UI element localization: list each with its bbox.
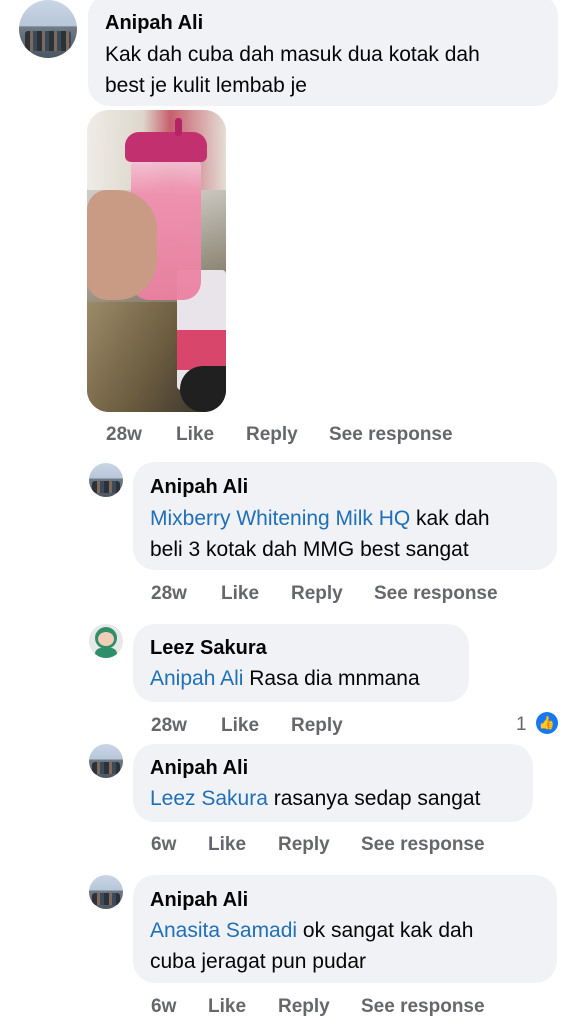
avatar-body bbox=[95, 648, 117, 658]
comment-text-line: Anasita Samadi ok sangat kak dah bbox=[150, 915, 550, 946]
photo-detail bbox=[175, 118, 182, 136]
comment-text-rest: Rasa dia mnmana bbox=[243, 667, 420, 690]
comment-text: Leez Sakura rasanya sedap sangat bbox=[150, 783, 530, 814]
comment-actions: 28w Like Reply See response bbox=[151, 583, 498, 605]
reply-button[interactable]: Reply bbox=[246, 424, 329, 446]
avatar-photo bbox=[92, 762, 120, 774]
comment-text: Anipah Ali Rasa dia mnmana bbox=[150, 663, 470, 694]
see-response-button[interactable]: See response bbox=[361, 996, 485, 1018]
comment-author[interactable]: Leez Sakura bbox=[150, 637, 267, 660]
timestamp[interactable]: 28w bbox=[151, 715, 221, 737]
comment-actions: 28w Like Reply bbox=[151, 715, 343, 737]
comment-text-line: beli 3 kotak dah MMG best sangat bbox=[150, 538, 469, 561]
comment-text-line: best je kulit lembab je bbox=[105, 74, 307, 97]
comment-photo[interactable] bbox=[87, 110, 226, 412]
comment-text-rest: rasanya sedap sangat bbox=[267, 787, 481, 810]
comment-text-line: Kak dah cuba dah masuk dua kotak dah bbox=[105, 43, 480, 66]
avatar[interactable] bbox=[19, 0, 77, 58]
mention-link[interactable]: Mixberry Whitening Milk HQ bbox=[150, 507, 410, 530]
avatar[interactable] bbox=[89, 624, 123, 658]
comment-author[interactable]: Anipah Ali bbox=[150, 757, 248, 780]
see-response-button[interactable]: See response bbox=[329, 424, 453, 446]
comment-author[interactable]: Anipah Ali bbox=[150, 476, 248, 499]
avatar[interactable] bbox=[89, 744, 123, 778]
comment-text: Kak dah cuba dah masuk dua kotak dah bes… bbox=[105, 39, 545, 101]
timestamp[interactable]: 6w bbox=[151, 834, 208, 856]
photo-detail bbox=[180, 366, 226, 412]
reply-button[interactable]: Reply bbox=[291, 583, 374, 605]
mention-link[interactable]: Anasita Samadi bbox=[150, 919, 297, 942]
like-button[interactable]: Like bbox=[221, 583, 291, 605]
see-response-button[interactable]: See response bbox=[374, 583, 498, 605]
comment-text-line: cuba jeragat pun pudar bbox=[150, 950, 366, 973]
reaction-count[interactable]: 1 bbox=[516, 714, 527, 736]
avatar[interactable] bbox=[89, 463, 123, 497]
photo-detail bbox=[87, 190, 157, 300]
comment-actions: 6w Like Reply See response bbox=[151, 834, 485, 856]
comment-author[interactable]: Anipah Ali bbox=[105, 12, 203, 35]
reply-button[interactable]: Reply bbox=[278, 834, 361, 856]
avatar-face bbox=[98, 632, 114, 646]
timestamp[interactable]: 28w bbox=[106, 424, 176, 446]
comment-text-line: Mixberry Whitening Milk HQ kak dah bbox=[150, 503, 550, 534]
timestamp[interactable]: 6w bbox=[151, 996, 208, 1018]
like-button[interactable]: Like bbox=[221, 715, 291, 737]
like-button[interactable]: Like bbox=[208, 834, 278, 856]
comment-actions: 6w Like Reply See response bbox=[151, 996, 485, 1018]
mention-link[interactable]: Anipah Ali bbox=[150, 667, 243, 690]
photo-detail bbox=[125, 132, 207, 162]
reply-button[interactable]: Reply bbox=[291, 715, 343, 737]
comment-author[interactable]: Anipah Ali bbox=[150, 889, 248, 912]
like-button[interactable]: Like bbox=[208, 996, 278, 1018]
avatar-photo bbox=[92, 481, 120, 493]
timestamp[interactable]: 28w bbox=[151, 583, 221, 605]
see-response-button[interactable]: See response bbox=[361, 834, 485, 856]
mention-link[interactable]: Leez Sakura bbox=[150, 787, 268, 810]
avatar-photo bbox=[92, 893, 120, 905]
avatar[interactable] bbox=[89, 875, 123, 909]
thumbs-up-icon[interactable]: 👍 bbox=[536, 712, 558, 734]
comment-text: Mixberry Whitening Milk HQ kak dah beli … bbox=[150, 503, 550, 565]
comment-text-rest: kak dah bbox=[410, 507, 490, 530]
comment-text-rest: ok sangat kak dah bbox=[297, 919, 474, 942]
avatar-photo bbox=[24, 31, 72, 52]
comment-text: Anasita Samadi ok sangat kak dah cuba je… bbox=[150, 915, 550, 977]
like-button[interactable]: Like bbox=[176, 424, 246, 446]
comment-actions: 28w Like Reply See response bbox=[106, 424, 453, 446]
reply-button[interactable]: Reply bbox=[278, 996, 361, 1018]
